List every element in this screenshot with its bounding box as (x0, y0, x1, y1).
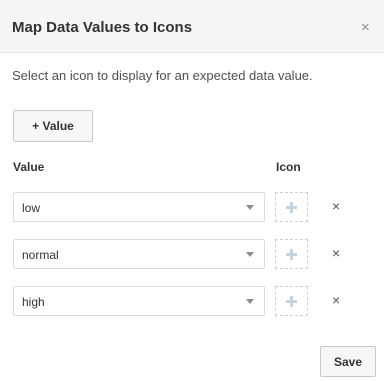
plus-icon-vertical (290, 249, 293, 260)
mapping-row: low × (0, 192, 384, 222)
chevron-down-icon (246, 252, 254, 257)
column-header-icon: Icon (276, 160, 301, 174)
column-header-value: Value (13, 160, 45, 174)
icon-picker-button[interactable] (275, 239, 308, 269)
close-icon[interactable]: × (332, 293, 340, 307)
mapping-row: normal × (0, 239, 384, 269)
dialog-title: Map Data Values to Icons (12, 19, 193, 36)
dialog-header: Map Data Values to Icons × (0, 0, 384, 53)
save-button[interactable]: Save (320, 346, 376, 377)
dialog-description: Select an icon to display for an expecte… (12, 68, 313, 83)
value-select[interactable]: low (13, 192, 265, 222)
value-select[interactable]: normal (13, 239, 265, 269)
value-select-text: high (22, 295, 45, 309)
close-icon[interactable]: × (332, 246, 340, 260)
close-icon[interactable]: × (332, 199, 340, 213)
map-data-values-dialog: Map Data Values to Icons × Select an ico… (0, 0, 384, 381)
add-value-button[interactable]: + Value (13, 110, 93, 142)
plus-icon-vertical (290, 202, 293, 213)
value-select-text: normal (22, 248, 59, 262)
close-icon[interactable]: × (361, 20, 370, 35)
chevron-down-icon (246, 205, 254, 210)
value-select[interactable]: high (13, 286, 265, 316)
chevron-down-icon (246, 299, 254, 304)
icon-picker-button[interactable] (275, 286, 308, 316)
icon-picker-button[interactable] (275, 192, 308, 222)
plus-icon-vertical (290, 296, 293, 307)
value-select-text: low (22, 201, 41, 215)
mapping-row: high × (0, 286, 384, 316)
